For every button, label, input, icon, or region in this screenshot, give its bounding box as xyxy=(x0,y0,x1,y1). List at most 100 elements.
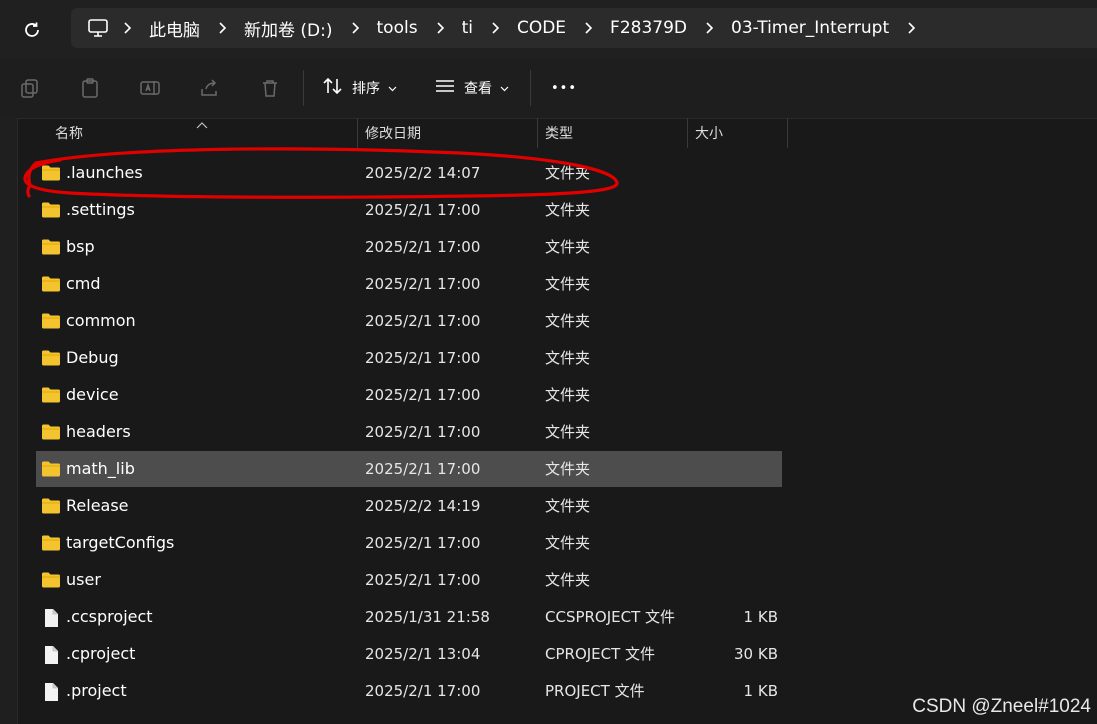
refresh-icon[interactable] xyxy=(18,16,46,44)
file-date: 2025/2/1 17:00 xyxy=(365,682,481,700)
chevron-right-icon[interactable] xyxy=(212,21,232,35)
chevron-right-icon[interactable] xyxy=(430,21,450,35)
file-date: 2025/2/1 17:00 xyxy=(365,534,481,552)
column-header-name[interactable]: 名称 xyxy=(55,118,355,148)
folder-icon xyxy=(41,534,61,552)
file-row[interactable]: bsp 2025/2/1 17:00 文件夹 xyxy=(36,229,782,265)
breadcrumb-item[interactable]: 此电脑 xyxy=(137,16,212,41)
folder-icon xyxy=(41,497,61,515)
file-row[interactable]: headers 2025/2/1 17:00 文件夹 xyxy=(36,414,782,450)
folder-icon xyxy=(41,164,61,182)
chevron-right-icon[interactable] xyxy=(901,21,921,35)
file-type: 文件夹 xyxy=(545,534,591,552)
column-divider[interactable] xyxy=(787,118,788,148)
folder-icon xyxy=(41,275,61,293)
file-name: .settings xyxy=(66,200,135,219)
file-name: .launches xyxy=(66,163,143,182)
chevron-down-icon xyxy=(500,80,509,96)
more-options-button[interactable]: ••• xyxy=(551,72,577,104)
file-row[interactable]: user 2025/2/1 17:00 文件夹 xyxy=(36,562,782,598)
folder-icon xyxy=(41,312,61,330)
file-size: 1 KB xyxy=(743,682,778,700)
column-header-date[interactable]: 修改日期 xyxy=(365,118,535,148)
watermark: CSDN @Zneel#1024 xyxy=(912,696,1091,717)
file-name: bsp xyxy=(66,237,95,256)
breadcrumb-item[interactable]: F28379D xyxy=(598,18,699,38)
file-type: 文件夹 xyxy=(545,238,591,256)
file-name: Debug xyxy=(66,348,119,367)
file-date: 2025/2/1 17:00 xyxy=(365,275,481,293)
address-bar[interactable]: 此电脑 新加卷 (D:) tools ti CODE F28379D 03-Ti… xyxy=(71,8,1097,48)
view-icon xyxy=(434,76,456,100)
chevron-down-icon xyxy=(388,80,397,96)
chevron-right-icon[interactable] xyxy=(117,21,137,35)
sort-button[interactable]: 排序 xyxy=(322,72,397,104)
column-header-size[interactable]: 大小 xyxy=(695,118,785,148)
file-type: 文件夹 xyxy=(545,497,591,515)
file-size: 30 KB xyxy=(734,645,778,663)
file-row[interactable]: Debug 2025/2/1 17:00 文件夹 xyxy=(36,340,782,376)
breadcrumb-item[interactable]: 03-Timer_Interrupt xyxy=(719,18,901,38)
file-row[interactable]: math_lib 2025/2/1 17:00 文件夹 xyxy=(36,451,782,487)
file-row[interactable]: cmd 2025/2/1 17:00 文件夹 xyxy=(36,266,782,302)
breadcrumb: 此电脑 新加卷 (D:) tools ti CODE F28379D 03-Ti… xyxy=(87,8,921,48)
file-name: targetConfigs xyxy=(66,533,175,552)
chevron-right-icon[interactable] xyxy=(485,21,505,35)
file-row[interactable]: .ccsproject 2025/1/31 21:58 CCSPROJECT 文件 1… xyxy=(36,599,782,635)
command-bar: 排序 查看 ••• xyxy=(0,58,1097,119)
file-row[interactable]: .cproject 2025/2/1 13:04 CPROJECT 文件 30 KB xyxy=(36,636,782,672)
file-date: 2025/2/1 17:00 xyxy=(365,386,481,404)
file-icon xyxy=(41,608,61,627)
file-row[interactable]: device 2025/2/1 17:00 文件夹 xyxy=(36,377,782,413)
delete-icon[interactable] xyxy=(258,76,282,100)
file-row[interactable]: targetConfigs 2025/2/1 17:00 文件夹 xyxy=(36,525,782,561)
file-row[interactable]: .project 2025/2/1 17:00 PROJECT 文件 1 KB xyxy=(36,673,782,709)
file-size: 1 KB xyxy=(743,608,778,626)
file-name: common xyxy=(66,311,136,330)
file-row[interactable]: .launches 2025/2/2 14:07 文件夹 xyxy=(36,155,782,191)
breadcrumb-item[interactable]: CODE xyxy=(505,18,578,38)
file-date: 2025/2/1 17:00 xyxy=(365,423,481,441)
breadcrumb-item[interactable]: 新加卷 (D:) xyxy=(232,16,345,41)
file-type: CPROJECT 文件 xyxy=(545,645,656,663)
column-divider[interactable] xyxy=(357,118,358,148)
file-row[interactable]: common 2025/2/1 17:00 文件夹 xyxy=(36,303,782,339)
file-name: cmd xyxy=(66,274,101,293)
file-type: 文件夹 xyxy=(545,275,591,293)
share-icon[interactable] xyxy=(198,76,222,100)
file-type: 文件夹 xyxy=(545,164,591,182)
this-pc-icon[interactable] xyxy=(87,18,117,38)
file-row[interactable]: .settings 2025/2/1 17:00 文件夹 xyxy=(36,192,782,228)
toolbar-divider xyxy=(303,70,304,106)
folder-icon xyxy=(41,349,61,367)
breadcrumb-item[interactable]: ti xyxy=(450,18,485,38)
rename-icon[interactable] xyxy=(138,76,162,100)
file-row[interactable]: Release 2025/2/2 14:19 文件夹 xyxy=(36,488,782,524)
file-date: 2025/2/1 17:00 xyxy=(365,571,481,589)
column-divider[interactable] xyxy=(537,118,538,148)
view-button[interactable]: 查看 xyxy=(434,72,509,104)
column-header-type[interactable]: 类型 xyxy=(545,118,685,148)
file-date: 2025/2/1 13:04 xyxy=(365,645,481,663)
file-date: 2025/2/2 14:19 xyxy=(365,497,481,515)
folder-icon xyxy=(41,571,61,589)
view-label: 查看 xyxy=(464,81,492,97)
breadcrumb-item[interactable]: tools xyxy=(365,18,430,38)
paste-icon[interactable] xyxy=(78,76,102,100)
file-date: 2025/1/31 21:58 xyxy=(365,608,490,626)
file-name: device xyxy=(66,385,119,404)
file-type: 文件夹 xyxy=(545,423,591,441)
chevron-right-icon[interactable] xyxy=(699,21,719,35)
sort-icon xyxy=(322,76,344,100)
file-name: .project xyxy=(66,681,127,700)
file-date: 2025/2/1 17:00 xyxy=(365,238,481,256)
column-divider[interactable] xyxy=(687,118,688,148)
copy-icon[interactable] xyxy=(18,76,42,100)
file-name: Release xyxy=(66,496,129,515)
chevron-right-icon[interactable] xyxy=(578,21,598,35)
chevron-right-icon[interactable] xyxy=(345,21,365,35)
folder-icon xyxy=(41,201,61,219)
toolbar-divider xyxy=(530,70,531,106)
file-date: 2025/2/2 14:07 xyxy=(365,164,481,182)
file-type: 文件夹 xyxy=(545,571,591,589)
